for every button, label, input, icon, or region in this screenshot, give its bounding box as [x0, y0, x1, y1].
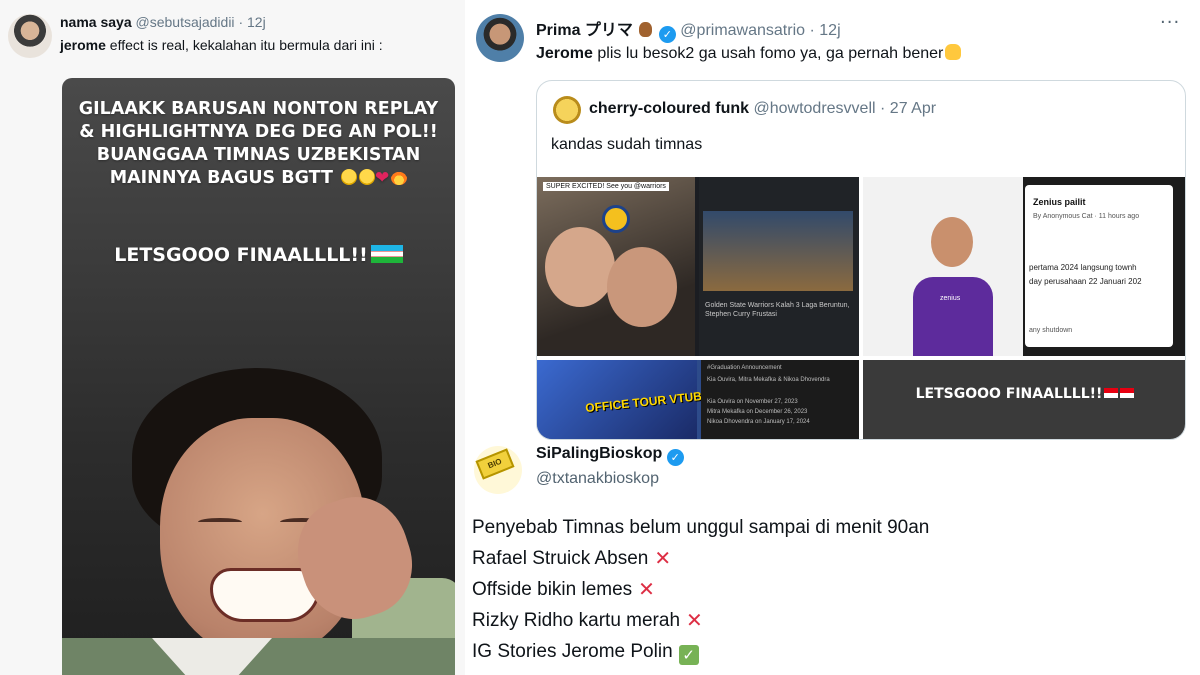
- quoted-tweet-text: kandas sudah timnas: [551, 136, 703, 153]
- cross-mark-icon: ✕: [654, 546, 672, 570]
- timestamp[interactable]: 27 Apr: [890, 100, 936, 117]
- tweet-line: Offside bikin lemes ✕: [472, 574, 929, 605]
- crying-face-icon: [341, 169, 358, 185]
- tweet-header: nama saya @sebutsajadidii · 12j: [60, 14, 266, 30]
- basketball-photo: [703, 211, 853, 291]
- mention-name: jerome: [60, 37, 106, 53]
- post-title: Zenius pailit: [1033, 197, 1086, 207]
- person-face: [545, 227, 615, 307]
- indonesia-flag-icon: [1120, 388, 1135, 398]
- post-line: day perusahaan 22 Januari 202: [1029, 277, 1142, 286]
- purple-shirt: [913, 277, 993, 356]
- indonesia-flag-icon: [1104, 388, 1119, 398]
- closed-eye-icon: [198, 518, 242, 526]
- cross-mark-icon: ✕: [686, 608, 703, 632]
- person-face: [607, 247, 677, 327]
- announcement-line: Kia Ouvira on November 27, 2023: [707, 399, 798, 405]
- tweet-line-text: Rizky Ridho kartu merah: [472, 610, 681, 631]
- tweet-line-text: Offside bikin lemes: [472, 579, 633, 600]
- story-image[interactable]: GILAAKK BARUSAN NONTON REPLAY & HIGHLIGH…: [62, 78, 455, 675]
- tweet-body: effect is real, kekalahan itu bermula da…: [105, 37, 383, 53]
- tweet-line: Penyebab Timnas belum unggul sampai di m…: [472, 512, 929, 543]
- tweet-line-text: IG Stories Jerome Polin: [472, 641, 673, 662]
- tweet-text: jerome effect is real, kekalahan itu ber…: [60, 37, 383, 53]
- cross-mark-icon: ✕: [638, 577, 655, 601]
- display-name[interactable]: nama saya: [60, 14, 132, 30]
- verified-badge-icon: ✓: [658, 26, 676, 43]
- quoted-tweet-header: cherry-coloured funk @howtodresvvell · 2…: [589, 100, 936, 118]
- story-label: SUPER EXCITED! See you @warriors: [543, 182, 669, 191]
- user-avatar[interactable]: [476, 14, 524, 62]
- media-image-3[interactable]: OFFICE TOUR VTUBER! #Graduation Announce…: [537, 360, 859, 439]
- story-headline: LETSGOOO FINAALLLL!!: [62, 244, 455, 266]
- tweet-body: plis lu besok2 ga usah fomo ya, ga perna…: [592, 45, 944, 62]
- verified-badge-icon: ✓: [666, 449, 684, 466]
- story-headline-text: LETSGOOO FINAALLLL!!: [915, 386, 1103, 402]
- handle[interactable]: @howtodresvvell: [753, 100, 875, 117]
- story-caption: GILAAKK BARUSAN NONTON REPLAY & HIGHLIGH…: [62, 98, 455, 190]
- display-name[interactable]: cherry-coloured funk: [589, 100, 749, 117]
- media-grid: SUPER EXCITED! See you @warriors Golden …: [537, 177, 1185, 439]
- uzbekistan-flag-icon: [370, 245, 403, 263]
- display-name-jp[interactable]: プリマ: [585, 20, 633, 39]
- tweet-line: Rafael Struick Absen ✕: [472, 543, 929, 574]
- tweet-line: IG Stories Jerome Polin ✓: [472, 636, 929, 667]
- display-name[interactable]: SiPalingBioskop ✓: [536, 445, 684, 466]
- news-headline: Golden State Warriors Kalah 3 Laga Berun…: [705, 302, 850, 318]
- post-meta: By Anonymous Cat · 11 hours ago: [1033, 213, 1140, 220]
- quoted-tweet[interactable]: cherry-coloured funk @howtodresvvell · 2…: [536, 80, 1186, 440]
- handle[interactable]: @txtanakbioskop: [536, 470, 659, 488]
- tweet-text: Penyebab Timnas belum unggul sampai di m…: [472, 512, 929, 667]
- shirt-logo: zenius: [940, 295, 961, 302]
- user-avatar[interactable]: [8, 14, 52, 58]
- timestamp[interactable]: 12j: [247, 14, 266, 30]
- announcement-line: Nikoa Dhovendra on January 17, 2024: [707, 419, 810, 425]
- display-name[interactable]: Prima: [536, 22, 580, 39]
- announcement-line: Kia Ouvira, Mitra Mekafka & Nikoa Dhoven…: [707, 377, 830, 383]
- handle[interactable]: @sebutsajadidii: [136, 14, 235, 30]
- tweet-text: Jerome plis lu besok2 ga usah fomo ya, g…: [536, 44, 962, 63]
- story-headline-text: LETSGOOO FINAALLLL!!: [114, 244, 368, 266]
- media-image-1[interactable]: SUPER EXCITED! See you @warriors Golden …: [537, 177, 859, 356]
- owl-icon: [639, 22, 653, 37]
- separator: ·: [809, 22, 815, 39]
- crying-face-icon: [359, 169, 376, 185]
- tweet-header: Prima プリマ ✓ @primawansatrio · 12j: [536, 16, 841, 43]
- tweet-line-text: Penyebab Timnas belum unggul sampai di m…: [472, 517, 930, 538]
- media-image-4[interactable]: LETSGOOO FINAALLLL!!: [863, 360, 1185, 439]
- separator: ·: [880, 100, 886, 117]
- user-avatar[interactable]: [553, 96, 581, 124]
- announcement-line: #Graduation Announcement: [707, 365, 782, 371]
- folded-hands-icon: [945, 44, 962, 60]
- announcement-line: Mitra Mekafka on December 26, 2023: [707, 409, 808, 415]
- post-footer: any shutdown: [1029, 327, 1073, 334]
- media-image-2[interactable]: zenius Zenius pailit By Anonymous Cat · …: [863, 177, 1185, 356]
- more-options-icon[interactable]: ···: [1160, 12, 1180, 33]
- tweet-line: Rizky Ridho kartu merah ✕: [472, 605, 929, 636]
- person-face: [931, 217, 973, 267]
- left-tweet: nama saya @sebutsajadidii · 12j jerome e…: [0, 0, 465, 675]
- heart-icon: ❤: [375, 168, 390, 188]
- display-name-text: SiPalingBioskop: [536, 445, 663, 462]
- fire-icon: [391, 169, 408, 185]
- timestamp[interactable]: 12j: [819, 22, 840, 39]
- warriors-logo-icon: [602, 205, 630, 233]
- handle[interactable]: @primawansatrio: [680, 22, 805, 39]
- separator: ·: [238, 14, 244, 30]
- mention-name: Jerome: [536, 45, 593, 62]
- post-line: pertama 2024 langsung townh: [1029, 263, 1137, 272]
- story-headline: LETSGOOO FINAALLLL!!: [863, 386, 1185, 402]
- check-mark-icon: ✓: [678, 645, 699, 665]
- tweet-line-text: Rafael Struick Absen: [472, 548, 649, 569]
- post-card: Zenius pailit By Anonymous Cat · 11 hour…: [1025, 185, 1173, 347]
- panel-divider: [465, 0, 469, 675]
